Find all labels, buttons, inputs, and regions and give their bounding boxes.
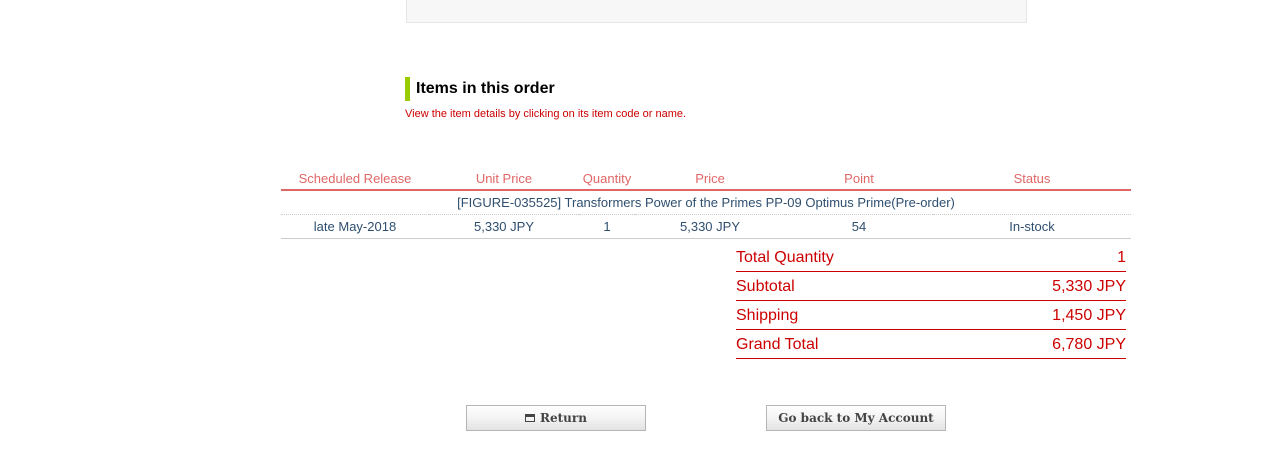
grand-total-row: Grand Total 6,780 JPY [736, 330, 1126, 359]
grand-total-value: 6,780 JPY [1052, 335, 1126, 353]
table-header-row: Scheduled Release Unit Price Quantity Pr… [281, 167, 1131, 191]
go-back-to-account-label: Go back to My Account [778, 411, 934, 425]
total-quantity-value: 1 [1117, 248, 1126, 266]
header-price: Price [635, 167, 785, 191]
go-back-to-account-button[interactable]: Go back to My Account [766, 405, 946, 431]
heading-accent-bar [405, 77, 410, 101]
shipping-value: 1,450 JPY [1052, 306, 1126, 324]
items-table: Scheduled Release Unit Price Quantity Pr… [281, 167, 1131, 239]
subtotal-value: 5,330 JPY [1052, 277, 1126, 295]
section-title: Items in this order [416, 80, 555, 97]
header-unit-price: Unit Price [429, 167, 579, 191]
order-totals: Total Quantity 1 Subtotal 5,330 JPY Ship… [736, 243, 1126, 359]
item-unit-price: 5,330 JPY [429, 214, 579, 239]
header-point: Point [785, 167, 933, 191]
shipping-label: Shipping [736, 306, 799, 324]
item-quantity: 1 [579, 214, 635, 239]
total-quantity-row: Total Quantity 1 [736, 243, 1126, 272]
item-release: late May-2018 [281, 214, 429, 239]
top-info-box [406, 0, 1027, 23]
header-scheduled-release: Scheduled Release [281, 167, 429, 191]
return-button-label: Return [540, 411, 587, 425]
item-price: 5,330 JPY [635, 214, 785, 239]
shipping-row: Shipping 1,450 JPY [736, 301, 1126, 330]
return-button[interactable]: Return [466, 405, 646, 431]
window-icon [525, 414, 536, 422]
item-point: 54 [785, 214, 933, 239]
item-name-row: [FIGURE-035525] Transformers Power of th… [281, 190, 1131, 215]
item-name-link[interactable]: [FIGURE-035525] Transformers Power of th… [281, 190, 1131, 215]
header-status: Status [933, 167, 1131, 191]
section-heading: Items in this order [405, 77, 555, 101]
item-detail-row: late May-2018 5,330 JPY 1 5,330 JPY 54 I… [281, 214, 1131, 239]
section-note: View the item details by clicking on its… [405, 108, 687, 120]
grand-total-label: Grand Total [736, 335, 819, 353]
total-quantity-label: Total Quantity [736, 248, 834, 266]
subtotal-label: Subtotal [736, 277, 795, 295]
header-quantity: Quantity [579, 167, 635, 191]
item-status: In-stock [933, 214, 1131, 239]
subtotal-row: Subtotal 5,330 JPY [736, 272, 1126, 301]
